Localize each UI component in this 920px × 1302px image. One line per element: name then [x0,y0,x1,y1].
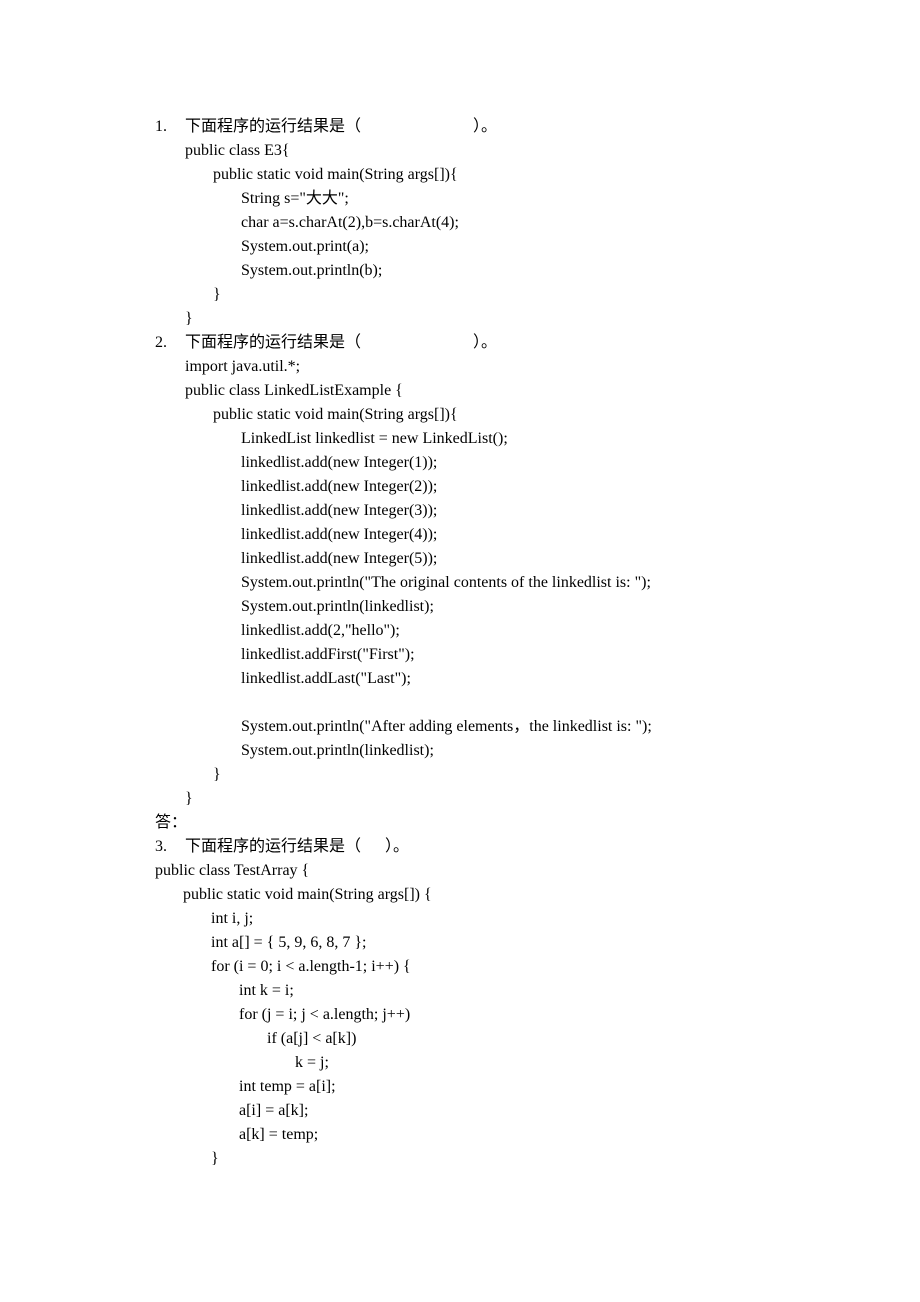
code-line: int k = i; [155,979,775,1003]
code-line: System.out.print(a); [155,235,775,259]
code-line: System.out.println(linkedlist); [155,739,775,763]
code-line: String s="大大"; [155,187,775,211]
code-line: } [155,307,775,331]
q3-prompt: 下面程序的运行结果是（ ）。 [185,838,409,855]
code-line: linkedlist.add(new Integer(5)); [155,547,775,571]
question-2-header: 2.下面程序的运行结果是（ ）。 [155,331,775,355]
code-line: linkedlist.add(new Integer(1)); [155,451,775,475]
code-line: linkedlist.addFirst("First"); [155,643,775,667]
code-line: } [155,787,775,811]
code-line: k = j; [155,1051,775,1075]
q2-number: 2. [155,331,185,355]
code-line: if (a[j] < a[k]) [155,1027,775,1051]
code-line: public static void main(String args[]){ [155,163,775,187]
code-line: for (i = 0; i < a.length-1; i++) { [155,955,775,979]
code-line: public class LinkedListExample { [155,379,775,403]
code-line: linkedlist.add(2,"hello"); [155,619,775,643]
code-line: System.out.println("The original content… [155,571,775,595]
code-line: System.out.println("After adding element… [155,715,775,739]
q1-number: 1. [155,115,185,139]
code-line: LinkedList linkedlist = new LinkedList()… [155,427,775,451]
question-3-header: 3.下面程序的运行结果是（ ）。 [155,835,775,859]
code-line: int a[] = { 5, 9, 6, 8, 7 }; [155,931,775,955]
code-line: public static void main(String args[]){ [155,403,775,427]
question-1-header: 1.下面程序的运行结果是（ ）。 [155,115,775,139]
code-line: public class E3{ [155,139,775,163]
q3-number: 3. [155,835,185,859]
code-line: linkedlist.add(new Integer(4)); [155,523,775,547]
q1-prompt: 下面程序的运行结果是（ ）。 [185,118,497,135]
code-line: char a=s.charAt(2),b=s.charAt(4); [155,211,775,235]
code-line: } [155,763,775,787]
answer-label: 答： [155,811,775,835]
code-line: } [155,283,775,307]
document-page: 1.下面程序的运行结果是（ ）。 public class E3{ public… [0,0,920,1271]
code-line: a[k] = temp; [155,1123,775,1147]
code-line: System.out.println(linkedlist); [155,595,775,619]
q2-prompt: 下面程序的运行结果是（ ）。 [185,334,497,351]
code-line: } [155,1147,775,1171]
code-line [155,691,775,715]
code-line: linkedlist.add(new Integer(3)); [155,499,775,523]
code-line: int i, j; [155,907,775,931]
code-line: System.out.println(b); [155,259,775,283]
code-line: for (j = i; j < a.length; j++) [155,1003,775,1027]
code-line: linkedlist.addLast("Last"); [155,667,775,691]
code-line: int temp = a[i]; [155,1075,775,1099]
code-line: linkedlist.add(new Integer(2)); [155,475,775,499]
code-line: public class TestArray { [155,859,775,883]
code-line: public static void main(String args[]) { [155,883,775,907]
code-line: import java.util.*; [155,355,775,379]
code-line: a[i] = a[k]; [155,1099,775,1123]
